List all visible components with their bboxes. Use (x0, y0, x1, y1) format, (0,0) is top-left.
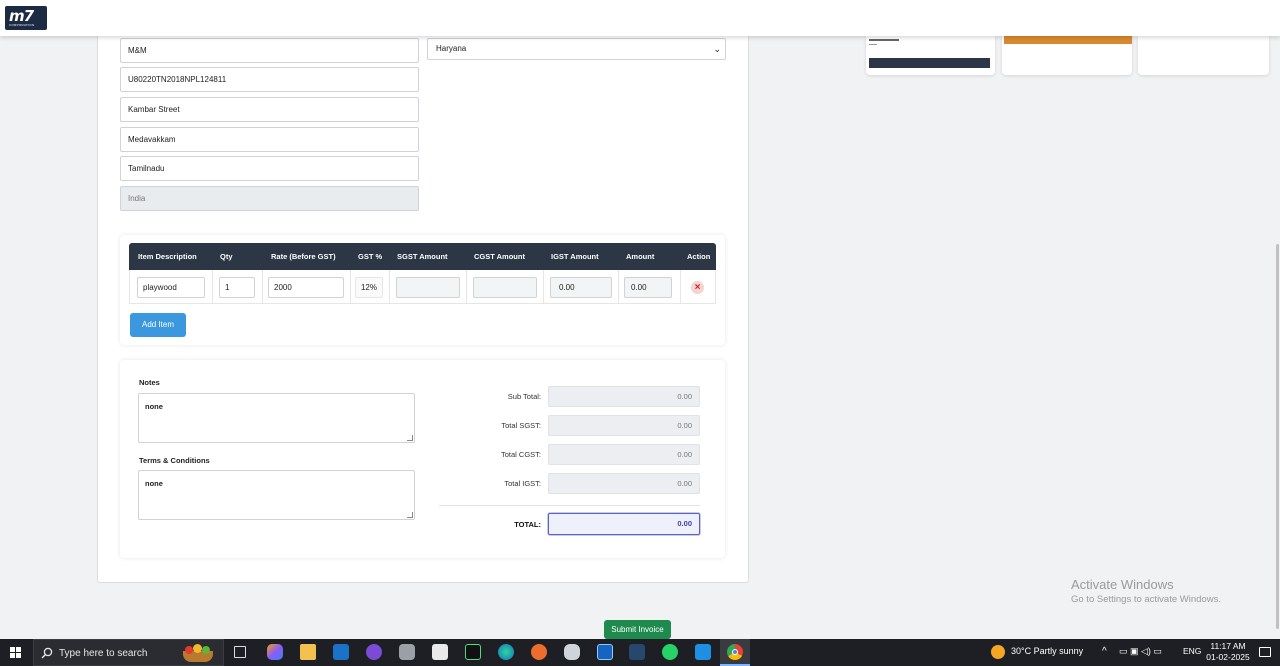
clock-time: 11:17 AM (1210, 641, 1246, 651)
tray-icons[interactable]: ▭ ▣ ◁) ▭ (1119, 646, 1162, 657)
pycharm-icon[interactable] (465, 644, 481, 660)
company-logo[interactable]: m7 CORPORATION (5, 6, 47, 30)
total-igst-label: Total IGST: (504, 479, 541, 488)
item-amount: 0.00 (624, 277, 672, 298)
file-explorer-icon[interactable] (300, 644, 316, 660)
total-cgst-value: 0.00 (548, 444, 700, 465)
submit-invoice-button[interactable]: Submit Invoice (604, 620, 671, 639)
network-app-icon[interactable] (629, 644, 645, 660)
add-item-button[interactable]: Add Item (130, 313, 186, 337)
vscode-icon[interactable] (695, 644, 711, 660)
whatsapp-icon[interactable] (662, 644, 678, 660)
column-divider (350, 270, 351, 304)
github-icon[interactable] (366, 644, 382, 660)
total-sgst-label: Total SGST: (501, 421, 541, 430)
item-rate-input[interactable]: 2000 (268, 277, 344, 298)
database-icon[interactable] (399, 644, 415, 660)
notes-label: Notes (139, 378, 160, 387)
column-divider (262, 270, 263, 304)
column-divider (543, 270, 544, 304)
item-description-input[interactable]: playwood (137, 277, 205, 298)
col-rate: Rate (Before GST) (271, 252, 336, 261)
col-item-description: Item Description (138, 252, 197, 261)
outlook-icon[interactable] (333, 644, 349, 660)
company-name-field[interactable]: M&M (120, 38, 419, 63)
resize-handle-icon[interactable] (407, 435, 413, 441)
sub-total-label: Sub Total: (507, 392, 541, 401)
column-divider (389, 270, 390, 304)
task-view-icon[interactable] (234, 646, 246, 658)
store-icon[interactable] (432, 644, 448, 660)
c-app-icon[interactable] (597, 644, 613, 660)
col-amount: Amount (626, 252, 655, 261)
page-scrollbar[interactable] (1276, 244, 1279, 629)
windows-start-icon[interactable] (10, 647, 21, 658)
logo-subtext: CORPORATION (9, 23, 35, 27)
terms-value: none (145, 479, 163, 488)
totals-divider (439, 505, 700, 506)
col-gst: GST % (358, 252, 383, 261)
street-field[interactable]: Kambar Street (120, 97, 419, 122)
car-app-icon[interactable] (564, 644, 580, 660)
column-divider (618, 270, 619, 304)
column-divider (212, 270, 213, 304)
search-placeholder: Type here to search (59, 648, 148, 659)
edge-icon[interactable] (498, 644, 514, 660)
weather-text[interactable]: 30°C Partly sunny (1011, 646, 1083, 656)
taskbar: Type here to search 30°C Partly sunny ^ … (0, 639, 1280, 666)
col-sgst: SGST Amount (397, 252, 448, 261)
area-field[interactable]: Medavakkam (120, 127, 419, 152)
chevron-up-icon[interactable]: ^ (1102, 646, 1107, 657)
clock-date: 01-02-2025 (1206, 652, 1250, 662)
total-igst-value: 0.00 (548, 473, 700, 494)
cin-field[interactable]: U80220TN2018NPL124811 (120, 67, 419, 92)
item-igst-amount: 0.00 (550, 277, 612, 298)
clock[interactable]: 11:17 AM 01-02-2025 (1206, 641, 1250, 663)
place-of-supply-value: Haryana (436, 44, 467, 53)
total-sgst-value: 0.00 (548, 415, 700, 436)
chevron-down-icon: ⌄ (713, 44, 721, 54)
total-cgst-label: Total CGST: (500, 450, 541, 459)
sub-total-value: 0.00 (548, 386, 700, 407)
postman-icon[interactable] (531, 644, 547, 660)
items-table-header: Item Description Qty Rate (Before GST) G… (129, 243, 716, 270)
fruit-basket-icon (179, 643, 217, 663)
grand-total-label: TOTAL: (514, 520, 541, 529)
terms-label: Terms & Conditions (139, 456, 210, 465)
state-field[interactable]: Tamilnadu (120, 156, 419, 181)
item-gst-select[interactable]: 12% (355, 277, 383, 298)
copilot-icon[interactable] (267, 644, 283, 660)
template-thumbnail-3[interactable] (1138, 36, 1269, 75)
template-thumbnail-1[interactable] (866, 36, 995, 75)
language-indicator[interactable]: ENG (1183, 646, 1201, 656)
place-of-supply-select[interactable]: Haryana ⌄ (427, 38, 726, 60)
chrome-active-tab[interactable] (720, 639, 750, 666)
notification-icon[interactable] (1259, 647, 1271, 657)
col-cgst: CGST Amount (474, 252, 525, 261)
top-bar: m7 CORPORATION (0, 0, 1280, 36)
grand-total-value: 0.00 (548, 513, 700, 535)
col-igst: IGST Amount (551, 252, 599, 261)
item-cgst-amount (473, 277, 537, 298)
notes-textarea[interactable]: none (138, 393, 415, 443)
col-action: Action (687, 252, 711, 261)
template-thumbnail-2[interactable] (1002, 36, 1132, 75)
activate-subtitle: Go to Settings to activate Windows. (1071, 594, 1221, 605)
resize-handle-icon[interactable] (407, 512, 413, 518)
notes-value: none (145, 402, 163, 411)
country-field: India (120, 186, 419, 211)
taskbar-search-box[interactable]: Type here to search (33, 639, 224, 666)
delete-row-icon[interactable]: × (691, 281, 704, 294)
col-qty: Qty (220, 252, 233, 261)
activate-title: Activate Windows (1071, 577, 1174, 592)
column-divider (680, 270, 681, 304)
search-icon (41, 647, 53, 659)
weather-icon[interactable] (991, 645, 1005, 659)
item-sgst-amount (396, 277, 460, 298)
column-divider (466, 270, 467, 304)
terms-textarea[interactable]: none (138, 470, 415, 520)
item-qty-input[interactable]: 1 (219, 277, 255, 298)
activate-windows-watermark: Activate Windows Go to Settings to activ… (1071, 577, 1221, 605)
